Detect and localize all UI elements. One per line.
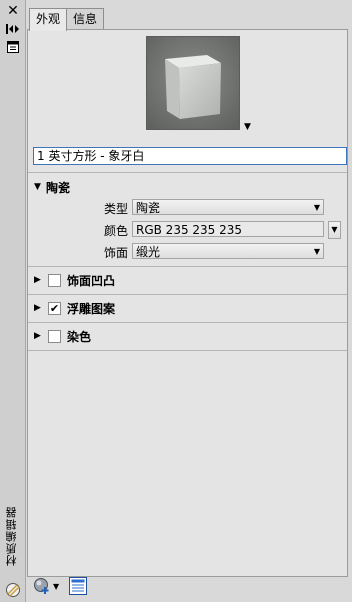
tab-strip: 外观 信息: [29, 8, 105, 31]
create-material-button[interactable]: ▼: [33, 577, 59, 595]
create-material-icon: [34, 578, 49, 594]
divider: [28, 266, 347, 267]
finish-dropdown[interactable]: 缎光 ▼: [132, 243, 324, 259]
section-relief-pattern-header[interactable]: ▶ ✔ 浮雕图案: [34, 299, 115, 317]
divider: [28, 350, 347, 351]
collapsed-triangle-icon: ▶: [34, 275, 41, 285]
collapsed-triangle-icon: ▶: [34, 303, 41, 313]
bottom-toolbar: ▼: [27, 574, 348, 600]
relief-pattern-checkbox[interactable]: ✔: [48, 301, 61, 315]
palette-sidebar: ✕ 材质编辑器: [0, 0, 26, 602]
color-field[interactable]: RGB 235 235 235: [132, 221, 324, 237]
section-tint-header[interactable]: ▶ 染色: [34, 327, 91, 345]
appearance-panel: ▼ 1 英寸方形 - 象牙白 ▼ 陶瓷 类型 陶瓷 ▼ 颜色 RGB 235 2…: [27, 29, 348, 577]
material-editor-icon: [5, 582, 21, 598]
palette-title: 材质编辑器: [5, 506, 18, 566]
divider: [28, 172, 347, 173]
finish-bumps-checkbox[interactable]: [48, 273, 61, 287]
material-editor: 外观 信息 ▼ 1 英寸方形 - 象牙白 ▼ 陶瓷 类型 陶瓷 ▼ 颜色 RGB…: [27, 6, 348, 600]
color-label: 颜色: [103, 224, 128, 238]
tab-information[interactable]: 信息: [66, 8, 105, 29]
properties-icon[interactable]: [6, 40, 20, 54]
finish-label: 饰面: [103, 246, 128, 260]
section-finish-bumps-label: 饰面凹凸: [67, 273, 116, 288]
color-options-button[interactable]: ▼: [328, 221, 341, 239]
chevron-down-icon: ▼: [313, 247, 320, 256]
auto-hide-icon[interactable]: [6, 22, 20, 36]
expanded-triangle-icon: ▼: [34, 182, 41, 192]
preview-options-dropdown[interactable]: ▼: [244, 122, 251, 132]
chevron-down-icon: ▼: [53, 581, 60, 591]
chevron-down-icon: ▼: [313, 203, 320, 212]
material-preview[interactable]: [146, 36, 240, 130]
section-ceramic-label: 陶瓷: [46, 180, 71, 195]
close-icon[interactable]: ✕: [6, 3, 20, 19]
color-value: RGB 235 235 235: [136, 223, 243, 237]
collapsed-triangle-icon: ▶: [34, 331, 41, 341]
divider: [28, 322, 347, 323]
section-relief-pattern-label: 浮雕图案: [67, 301, 116, 316]
material-browser-button[interactable]: [69, 577, 87, 595]
tab-appearance[interactable]: 外观: [29, 8, 68, 31]
type-label: 类型: [103, 202, 128, 216]
section-tint-label: 染色: [67, 329, 92, 344]
section-ceramic-header[interactable]: ▼ 陶瓷: [34, 178, 70, 196]
type-value: 陶瓷: [136, 201, 161, 215]
tint-checkbox[interactable]: [48, 329, 61, 343]
divider: [28, 294, 347, 295]
section-finish-bumps-header[interactable]: ▶ 饰面凹凸: [34, 271, 115, 289]
material-name-field[interactable]: 1 英寸方形 - 象牙白: [33, 147, 347, 165]
type-dropdown[interactable]: 陶瓷 ▼: [132, 199, 324, 215]
material-browser-icon: [69, 577, 87, 595]
finish-value: 缎光: [136, 245, 161, 259]
